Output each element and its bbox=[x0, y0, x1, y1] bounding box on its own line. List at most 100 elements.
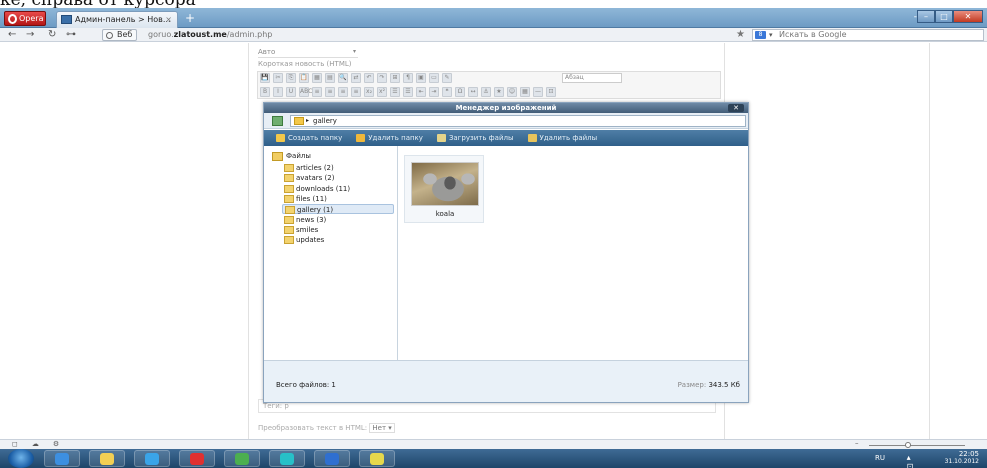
editor-tool-button[interactable]: 📋 bbox=[299, 73, 309, 83]
editor-tool-button[interactable]: ✎ bbox=[442, 73, 452, 83]
tree-folder-item[interactable]: downloads (11) bbox=[282, 184, 394, 194]
image-manager-dialog: Менеджер изображений ✕ ▸ gallery Создать… bbox=[263, 102, 749, 403]
dialog-action-label: Удалить файлы bbox=[539, 134, 598, 142]
search-engine-icon[interactable]: 8 bbox=[755, 31, 766, 39]
opera-menu-button[interactable]: Opera bbox=[4, 11, 46, 26]
editor-format-button[interactable]: x² bbox=[377, 87, 387, 97]
dialog-action-button[interactable]: Загрузить файлы bbox=[436, 134, 514, 142]
dialog-close-button[interactable]: ✕ bbox=[728, 104, 744, 112]
tree-folder-item[interactable]: files (11) bbox=[282, 194, 394, 204]
search-input[interactable]: 8 ▾ Искать в Google bbox=[752, 29, 984, 41]
url-field[interactable]: goruo.zlatoust.me/admin.php bbox=[148, 29, 272, 41]
editor-format-button[interactable]: ☺ bbox=[507, 87, 517, 97]
editor-format-button[interactable]: ★ bbox=[494, 87, 504, 97]
reload-icon[interactable]: ↻ bbox=[48, 28, 56, 41]
editor-format-button[interactable]: ⊡ bbox=[546, 87, 556, 97]
clock[interactable]: 22:05 31.10.2012 bbox=[939, 450, 979, 466]
tree-folder-item[interactable]: news (3) bbox=[282, 215, 394, 225]
editor-tool-button[interactable]: ↷ bbox=[377, 73, 387, 83]
taskbar-app-explorer[interactable] bbox=[89, 450, 125, 467]
tree-folder-item[interactable]: gallery (1) bbox=[282, 204, 394, 215]
search-engine-dropdown-icon[interactable]: ▾ bbox=[769, 30, 773, 40]
taskbar-app-opera[interactable] bbox=[179, 450, 215, 467]
taskbar-app-word[interactable] bbox=[314, 450, 350, 467]
tree-folder-item[interactable]: updates bbox=[282, 235, 394, 245]
editor-format-button[interactable]: U bbox=[286, 87, 296, 97]
editor-format-button[interactable]: ⇥ bbox=[429, 87, 439, 97]
editor-tool-button[interactable]: ▭ bbox=[429, 73, 439, 83]
format-select[interactable]: Абзац bbox=[562, 73, 622, 83]
editor-format-button[interactable]: ABC bbox=[299, 87, 312, 97]
folder-icon bbox=[294, 117, 304, 125]
status-bar-icon[interactable]: ⚙ bbox=[53, 440, 59, 448]
editor-tool-button[interactable]: ¶ bbox=[403, 73, 413, 83]
key-icon[interactable]: ⊶ bbox=[66, 28, 76, 41]
editor-format-button[interactable]: ☰ bbox=[403, 87, 413, 97]
taskbar-app-ie[interactable] bbox=[44, 450, 80, 467]
taskbar-app-chrome[interactable] bbox=[224, 450, 260, 467]
zoom-out-icon[interactable]: – bbox=[855, 439, 859, 447]
bookmark-star-icon[interactable]: ★ bbox=[736, 28, 745, 41]
editor-format-button[interactable]: Ω bbox=[455, 87, 465, 97]
maximize-button[interactable]: □ bbox=[935, 10, 953, 23]
dialog-action-button[interactable]: Удалить папку bbox=[356, 134, 423, 142]
new-tab-button[interactable]: + bbox=[183, 12, 197, 26]
image-thumbnail[interactable]: koala bbox=[404, 155, 484, 223]
tab-close-icon[interactable]: × bbox=[165, 12, 172, 27]
forward-arrow-icon[interactable]: → bbox=[26, 28, 34, 41]
taskbar-app-paint[interactable] bbox=[359, 450, 395, 467]
tray-icons[interactable]: ▴ ⊡ ◀)) bbox=[907, 453, 931, 468]
author-select[interactable]: Авто ▾ bbox=[258, 48, 358, 58]
editor-format-button[interactable]: ❝ bbox=[442, 87, 452, 97]
editor-format-button[interactable]: ↔ bbox=[468, 87, 478, 97]
status-bar-icon[interactable]: ☁ bbox=[32, 440, 39, 448]
editor-format-button[interactable]: x₂ bbox=[364, 87, 374, 97]
editor-tool-button[interactable]: ✂ bbox=[273, 73, 283, 83]
tree-folder-item[interactable]: articles (2) bbox=[282, 163, 394, 173]
zoom-knob[interactable] bbox=[905, 442, 911, 448]
tree-folder-item[interactable]: avatars (2) bbox=[282, 173, 394, 183]
start-button[interactable] bbox=[8, 449, 34, 468]
editor-format-button[interactable]: ☰ bbox=[390, 87, 400, 97]
editor-tool-button[interactable]: ▤ bbox=[325, 73, 335, 83]
editor-format-button[interactable]: I bbox=[273, 87, 283, 97]
zoom-slider[interactable]: – bbox=[853, 439, 973, 449]
editor-format-button[interactable]: ⚓ bbox=[481, 87, 491, 97]
back-arrow-icon[interactable]: ← bbox=[8, 28, 16, 41]
editor-tool-button[interactable]: ⇄ bbox=[351, 73, 361, 83]
editor-format-button[interactable]: ≡ bbox=[325, 87, 335, 97]
skype-like-icon bbox=[280, 453, 294, 465]
editor-tool-button[interactable]: ▣ bbox=[416, 73, 426, 83]
web-badge-button[interactable]: Веб bbox=[102, 29, 138, 41]
editor-tool-button[interactable]: ↶ bbox=[364, 73, 374, 83]
dialog-action-button[interactable]: Удалить файлы bbox=[527, 134, 598, 142]
editor-tool-button[interactable]: ▦ bbox=[312, 73, 322, 83]
status-bar-icon[interactable]: ◻ bbox=[12, 440, 18, 448]
editor-format-button[interactable]: ≡ bbox=[351, 87, 361, 97]
editor-tool-button[interactable]: ⎘ bbox=[286, 73, 296, 83]
dialog-action-button[interactable]: Создать папку bbox=[276, 134, 342, 142]
refresh-icon[interactable] bbox=[272, 116, 283, 126]
tree-folder-label: gallery (1) bbox=[297, 206, 334, 215]
editor-tool-button[interactable]: 💾 bbox=[260, 73, 270, 83]
editor-format-button[interactable]: B bbox=[260, 87, 270, 97]
editor-format-button[interactable]: ▦ bbox=[520, 87, 530, 97]
close-window-button[interactable]: ✕ bbox=[953, 10, 983, 23]
language-indicator[interactable]: RU bbox=[875, 454, 885, 462]
browser-tab-admin[interactable]: Админ-панель > Нов... × bbox=[56, 11, 178, 28]
editor-format-button[interactable]: — bbox=[533, 87, 543, 97]
editor-tool-button[interactable]: 🔍 bbox=[338, 73, 348, 83]
dialog-titlebar: Менеджер изображений ✕ bbox=[264, 103, 748, 113]
taskbar-app-media[interactable] bbox=[134, 450, 170, 467]
editor-tool-button[interactable]: ⊞ bbox=[390, 73, 400, 83]
minimize-button[interactable]: – bbox=[917, 10, 935, 23]
convert-html-select[interactable]: Нет ▾ bbox=[369, 423, 395, 433]
tree-root[interactable]: Файлы bbox=[272, 152, 311, 161]
path-current-folder[interactable]: gallery bbox=[313, 117, 337, 125]
editor-format-button[interactable]: ≡ bbox=[312, 87, 322, 97]
taskbar-app-skype-like[interactable] bbox=[269, 450, 305, 467]
tree-folder-item[interactable]: smiles bbox=[282, 225, 394, 235]
editor-format-button[interactable]: ≡ bbox=[338, 87, 348, 97]
editor-format-button[interactable]: ⇤ bbox=[416, 87, 426, 97]
paint-icon bbox=[370, 453, 384, 465]
